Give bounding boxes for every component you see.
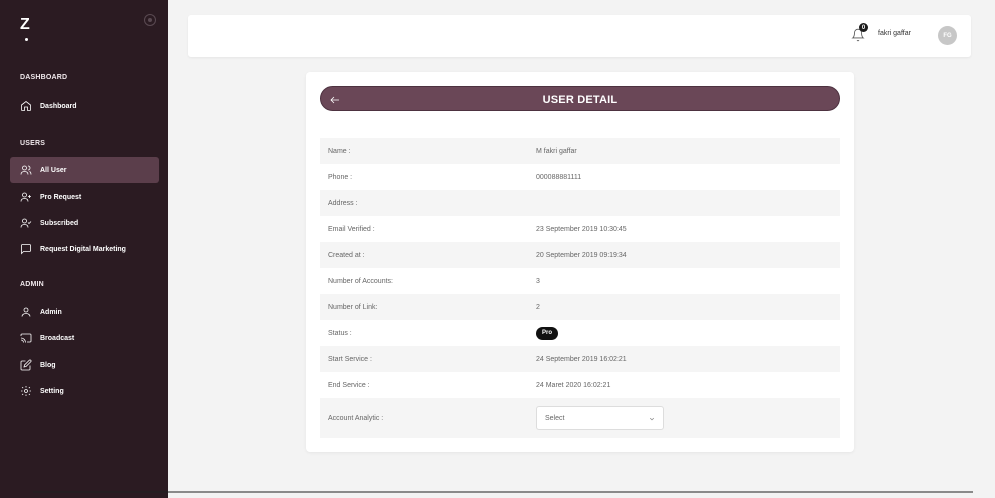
- row-value: 24 September 2019 16:02:21: [536, 355, 627, 363]
- horizontal-scrollbar[interactable]: [33, 491, 973, 493]
- cast-icon: [20, 332, 32, 344]
- row-label: Number of Accounts:: [328, 277, 393, 285]
- sidebar-item-setting[interactable]: Setting: [10, 378, 159, 404]
- row-value: Select: [536, 406, 840, 430]
- row-value: Pro: [536, 326, 840, 340]
- user-check-icon: [20, 217, 32, 229]
- sidebar-item-broadcast[interactable]: Broadcast: [10, 325, 159, 351]
- sidebar-item-blog[interactable]: Blog: [10, 352, 159, 378]
- user-name[interactable]: fakri gaffar: [878, 30, 911, 37]
- sidebar-item-subscribed[interactable]: Subscribed: [10, 210, 159, 236]
- sidebar-item-label: All User: [40, 166, 67, 174]
- users-icon: [20, 164, 32, 176]
- sidebar-item-all-user[interactable]: All User: [10, 157, 159, 183]
- detail-row-start-service: Start Service : 24 September 2019 16:02:…: [320, 346, 840, 372]
- row-value: 2: [536, 303, 540, 311]
- row-value: M fakri gaffar: [536, 147, 577, 155]
- sidebar-item-label: Setting: [40, 387, 64, 395]
- detail-row-email-verified: Email Verified : 23 September 2019 10:30…: [320, 216, 840, 242]
- sidebar-item-pro-request[interactable]: Pro Request: [10, 184, 159, 210]
- row-label: Status :: [328, 329, 352, 337]
- user-icon: [20, 306, 32, 318]
- user-plus-icon: [20, 191, 32, 203]
- chevron-down-icon: [649, 416, 655, 422]
- row-label: Created at :: [328, 251, 365, 259]
- section-title-dashboard: DASHBOARD: [20, 74, 68, 81]
- detail-row-account-analytic: Account Analytic : Select: [320, 398, 840, 438]
- notification-badge: 0: [859, 23, 868, 32]
- detail-row-phone: Phone : 000088881111: [320, 164, 840, 190]
- sidebar: Z DASHBOARD Dashboard USERS All User Pro…: [0, 0, 168, 498]
- row-value: 000088881111: [536, 173, 582, 181]
- section-title-users: USERS: [20, 140, 46, 147]
- detail-row-address: Address :: [320, 190, 840, 216]
- logo-dot: [25, 38, 28, 41]
- row-label: Start Service :: [328, 355, 372, 363]
- gear-icon: [20, 385, 32, 397]
- row-label: Phone :: [328, 173, 353, 181]
- home-icon: [20, 100, 32, 112]
- app-logo[interactable]: Z: [20, 16, 30, 34]
- row-label: Number of Link:: [328, 303, 378, 311]
- section-title-admin: ADMIN: [20, 281, 44, 288]
- account-analytic-select[interactable]: Select: [536, 406, 664, 430]
- sidebar-item-admin[interactable]: Admin: [10, 299, 159, 325]
- row-value: 20 September 2019 09:19:34: [536, 251, 627, 259]
- row-label: Address :: [328, 199, 358, 207]
- detail-row-end-service: End Service : 24 Maret 2020 16:02:21: [320, 372, 840, 398]
- sidebar-item-request-digital-marketing[interactable]: Request Digital Marketing: [10, 236, 159, 262]
- detail-row-number-of-accounts: Number of Accounts: 3: [320, 268, 840, 294]
- message-square-icon: [20, 243, 32, 255]
- row-label: Email Verified :: [328, 225, 375, 233]
- row-label: Name :: [328, 147, 351, 155]
- row-value: 24 Maret 2020 16:02:21: [536, 381, 611, 389]
- page-title: USER DETAIL: [542, 94, 618, 106]
- edit-icon: [20, 359, 32, 371]
- row-label: Account Analytic :: [328, 414, 384, 422]
- row-value: 3: [536, 277, 540, 285]
- card-header: USER DETAIL: [320, 86, 840, 111]
- sidebar-item-label: Admin: [40, 308, 62, 316]
- detail-row-number-of-link: Number of Link: 2: [320, 294, 840, 320]
- row-label: End Service :: [328, 381, 370, 389]
- row-value: 23 September 2019 10:30:45: [536, 225, 627, 233]
- status-badge: Pro: [536, 326, 558, 340]
- sidebar-toggle-button[interactable]: [144, 14, 156, 26]
- sidebar-item-label: Subscribed: [40, 219, 79, 227]
- sidebar-item-label: Broadcast: [40, 334, 75, 342]
- sidebar-item-label: Pro Request: [40, 193, 82, 201]
- sidebar-item-dashboard[interactable]: Dashboard: [10, 93, 159, 119]
- sidebar-item-label: Request Digital Marketing: [40, 245, 126, 253]
- detail-row-status: Status : Pro: [320, 320, 840, 346]
- detail-row-name: Name : M fakri gaffar: [320, 138, 840, 164]
- sidebar-item-label: Dashboard: [40, 102, 77, 110]
- user-detail-card: USER DETAIL Name : M fakri gaffar Phone …: [306, 72, 854, 452]
- top-header: 0 fakri gaffar FG: [188, 15, 971, 57]
- select-value: Select: [545, 414, 565, 422]
- detail-table: Name : M fakri gaffar Phone : 0000888811…: [320, 138, 840, 438]
- detail-row-created-at: Created at : 20 September 2019 09:19:34: [320, 242, 840, 268]
- avatar[interactable]: FG: [938, 26, 957, 45]
- sidebar-item-label: Blog: [40, 361, 56, 369]
